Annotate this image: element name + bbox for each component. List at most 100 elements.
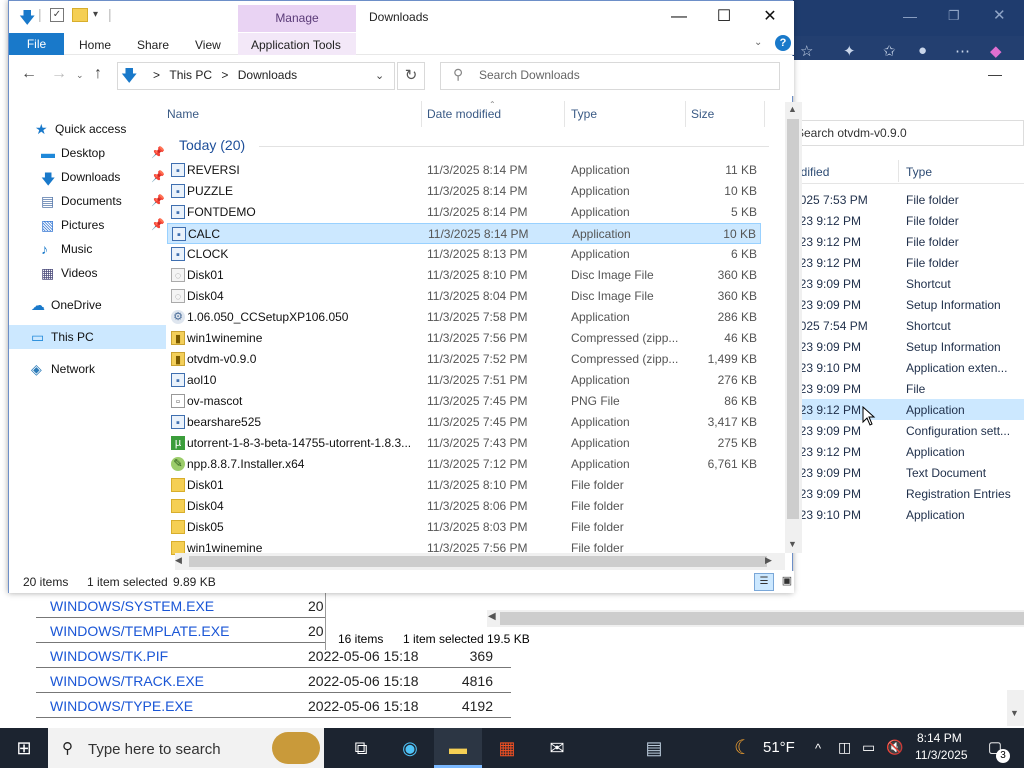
file-row[interactable]: ▪ CALC 11/3/2025 8:14 PM Application 10 KB bbox=[167, 223, 761, 244]
scroll-up-arrow-icon[interactable]: ▲ bbox=[788, 104, 797, 114]
pin-icon[interactable]: 📌 bbox=[151, 194, 165, 207]
pin-icon[interactable]: 📌 bbox=[151, 170, 165, 183]
control-panel-taskbar-icon[interactable]: ▤ bbox=[630, 728, 678, 768]
search-highlight-sandwich-icon[interactable] bbox=[272, 732, 320, 764]
secondary-file-row[interactable]: 023 9:09 PM Text Document bbox=[793, 462, 1024, 483]
up-arrow-icon[interactable]: ↑ bbox=[94, 65, 102, 83]
secondary-search-input[interactable]: Search otvdm-v0.9.0 bbox=[793, 120, 1024, 146]
file-row[interactable]: ▪ bearshare525 11/3/2025 7:45 PM Applicatio… bbox=[167, 412, 761, 433]
clock-date[interactable]: 11/3/2025 bbox=[915, 748, 968, 762]
extensions-icon[interactable]: ✦ bbox=[843, 42, 856, 60]
file-tab[interactable]: File bbox=[9, 33, 64, 55]
secondary-file-row[interactable]: 023 9:09 PM Registration Entries bbox=[793, 483, 1024, 504]
secondary-file-row[interactable]: 023 9:12 PM File folder bbox=[793, 210, 1024, 231]
secondary-file-row[interactable]: 023 9:12 PM Application bbox=[793, 441, 1024, 462]
web-file-link[interactable]: WINDOWS/TRACK.EXE bbox=[50, 673, 204, 689]
file-row[interactable]: ▪ FONTDEMO 11/3/2025 8:14 PM Application 5 K… bbox=[167, 202, 761, 223]
file-row[interactable]: ▪ REVERSI 11/3/2025 8:14 PM Application 11 K… bbox=[167, 160, 761, 181]
secondary-file-row[interactable]: 023 9:12 PM File folder bbox=[793, 231, 1024, 252]
column-divider[interactable] bbox=[564, 101, 565, 127]
column-type-header[interactable]: Type bbox=[571, 107, 597, 121]
breadcrumb-sep[interactable]: > bbox=[153, 68, 160, 82]
file-explorer-taskbar-icon[interactable]: ▬ bbox=[434, 728, 482, 768]
secondary-file-row[interactable]: 023 9:10 PM Application exten... bbox=[793, 357, 1024, 378]
help-button[interactable]: ? bbox=[775, 35, 791, 51]
web-file-link[interactable]: WINDOWS/TK.PIF bbox=[50, 648, 168, 664]
secondary-file-row[interactable]: 2025 7:54 PM Shortcut bbox=[793, 315, 1024, 336]
forward-arrow-icon[interactable]: → bbox=[51, 65, 67, 83]
mail-icon[interactable]: ✉ bbox=[533, 728, 581, 768]
task-view-icon[interactable]: ⧉ bbox=[337, 728, 385, 768]
breadcrumb-downloads[interactable]: Downloads bbox=[238, 68, 297, 82]
network-icon[interactable]: ▭ bbox=[862, 739, 875, 756]
nav-item-onedrive[interactable]: ☁ OneDrive bbox=[9, 293, 166, 317]
nav-item-desktop[interactable]: ▬ Desktop 📌 bbox=[9, 141, 166, 165]
favorite-star-icon[interactable]: ☆ bbox=[800, 42, 813, 60]
secondary-file-row[interactable]: 023 9:12 PM Application bbox=[793, 399, 1024, 420]
secondary-file-row[interactable]: 023 9:12 PM File folder bbox=[793, 252, 1024, 273]
windows-start-icon[interactable]: ⊞ bbox=[0, 728, 48, 768]
vertical-scroll-thumb[interactable] bbox=[787, 119, 799, 519]
secondary-minimize-icon[interactable]: — bbox=[988, 66, 1002, 82]
secondary-file-row[interactable]: 023 9:09 PM Configuration sett... bbox=[793, 420, 1024, 441]
address-dropdown-icon[interactable]: ⌄ bbox=[375, 69, 384, 82]
web-file-link[interactable]: WINDOWS/SYSTEM.EXE bbox=[50, 598, 214, 614]
file-row[interactable]: ▪ CLOCK 11/3/2025 8:13 PM Application 6 KB bbox=[167, 244, 761, 265]
file-row[interactable]: Disk01 11/3/2025 8:10 PM File folder bbox=[167, 475, 761, 496]
nav-item-downloads[interactable]: 🡇 Downloads 📌 bbox=[9, 165, 166, 189]
secondary-file-row[interactable]: 023 9:10 PM Application bbox=[793, 504, 1024, 525]
file-row[interactable]: ⚙ 1.06.050_CCSetupXP106.050 11/3/2025 7:58… bbox=[167, 307, 761, 328]
file-row[interactable]: ▮ win1winemine 11/3/2025 7:56 PM Compressed… bbox=[167, 328, 761, 349]
column-date-header[interactable]: Date modified bbox=[427, 107, 501, 121]
file-row[interactable]: Disk05 11/3/2025 8:03 PM File folder bbox=[167, 517, 761, 538]
more-options-icon[interactable]: ⋯ bbox=[955, 42, 970, 60]
scroll-down-arrow-icon[interactable]: ▼ bbox=[1010, 708, 1019, 718]
edge-browser-icon[interactable]: ◉ bbox=[386, 728, 434, 768]
application-tools-tab[interactable]: Application Tools bbox=[251, 38, 341, 52]
column-divider[interactable] bbox=[764, 101, 765, 127]
file-row[interactable]: ◌ Disk04 11/3/2025 8:04 PM Disc Image File 3… bbox=[167, 286, 761, 307]
group-header[interactable]: Today (20) bbox=[179, 137, 245, 153]
horizontal-scroll-thumb[interactable] bbox=[189, 556, 767, 567]
pin-icon[interactable]: 📌 bbox=[151, 146, 165, 159]
recent-locations-icon[interactable]: ⌄ bbox=[76, 70, 84, 81]
file-row[interactable]: ✎ npp.8.8.7.Installer.x64 11/3/2025 7:12 P… bbox=[167, 454, 761, 475]
file-row[interactable]: Disk04 11/3/2025 8:06 PM File folder bbox=[167, 496, 761, 517]
weather-moon-icon[interactable]: ☾ bbox=[734, 735, 752, 760]
file-row[interactable]: ▮ otvdm-v0.9.0 11/3/2025 7:52 PM Compressed… bbox=[167, 349, 761, 370]
clock-time[interactable]: 8:14 PM bbox=[917, 731, 962, 745]
nav-item-pictures[interactable]: ▧ Pictures 📌 bbox=[9, 213, 166, 237]
file-row[interactable]: ◌ Disk01 11/3/2025 8:10 PM Disc Image File 3… bbox=[167, 265, 761, 286]
scroll-left-arrow-icon[interactable]: ◀ bbox=[175, 555, 182, 566]
nav-item-documents[interactable]: ▤ Documents 📌 bbox=[9, 189, 166, 213]
browser-minimize-icon[interactable]: — bbox=[903, 8, 917, 24]
web-file-link[interactable]: WINDOWS/TYPE.EXE bbox=[50, 698, 193, 714]
nav-item-music[interactable]: ♪ Music bbox=[9, 237, 166, 261]
favorites-icon[interactable]: ✩ bbox=[883, 42, 896, 60]
nav-item-videos[interactable]: ▦ Videos bbox=[9, 261, 166, 285]
quick-access-dropdown-icon[interactable]: ▾ bbox=[93, 9, 98, 20]
share-tab[interactable]: Share bbox=[137, 38, 169, 52]
file-row[interactable]: ▫ ov-mascot 11/3/2025 7:45 PM PNG File 86 KB bbox=[167, 391, 761, 412]
new-folder-icon[interactable] bbox=[72, 8, 88, 22]
column-divider[interactable] bbox=[685, 101, 686, 127]
breadcrumb-sep[interactable]: > bbox=[221, 68, 228, 82]
microsoft-store-icon[interactable]: ▦ bbox=[483, 728, 531, 768]
back-arrow-icon[interactable]: ← bbox=[21, 65, 37, 83]
secondary-file-row[interactable]: 023 9:09 PM Setup Information bbox=[793, 336, 1024, 357]
secondary-scroll-thumb[interactable] bbox=[500, 612, 1024, 625]
details-view-icon[interactable]: ☰ bbox=[754, 573, 774, 591]
browser-restore-icon[interactable]: ❐ bbox=[948, 8, 960, 24]
column-name-header[interactable]: Name bbox=[167, 107, 199, 121]
browser-close-icon[interactable]: ✕ bbox=[993, 6, 1006, 24]
nav-item-this-pc[interactable]: ▭ This PC bbox=[9, 325, 166, 349]
nav-item-network[interactable]: ◈ Network bbox=[9, 357, 166, 381]
refresh-button[interactable]: ↻ bbox=[397, 62, 425, 90]
pin-icon[interactable]: 📌 bbox=[151, 218, 165, 231]
secondary-file-row[interactable]: 2025 7:53 PM File folder bbox=[793, 189, 1024, 210]
close-button[interactable]: ✕ bbox=[747, 5, 793, 31]
volume-muted-icon[interactable]: 🔇 bbox=[886, 739, 903, 756]
scroll-down-arrow-icon[interactable]: ▼ bbox=[788, 539, 797, 549]
file-row[interactable]: ▪ PUZZLE 11/3/2025 8:14 PM Application 10 KB bbox=[167, 181, 761, 202]
profile-icon[interactable]: ● bbox=[918, 42, 927, 59]
